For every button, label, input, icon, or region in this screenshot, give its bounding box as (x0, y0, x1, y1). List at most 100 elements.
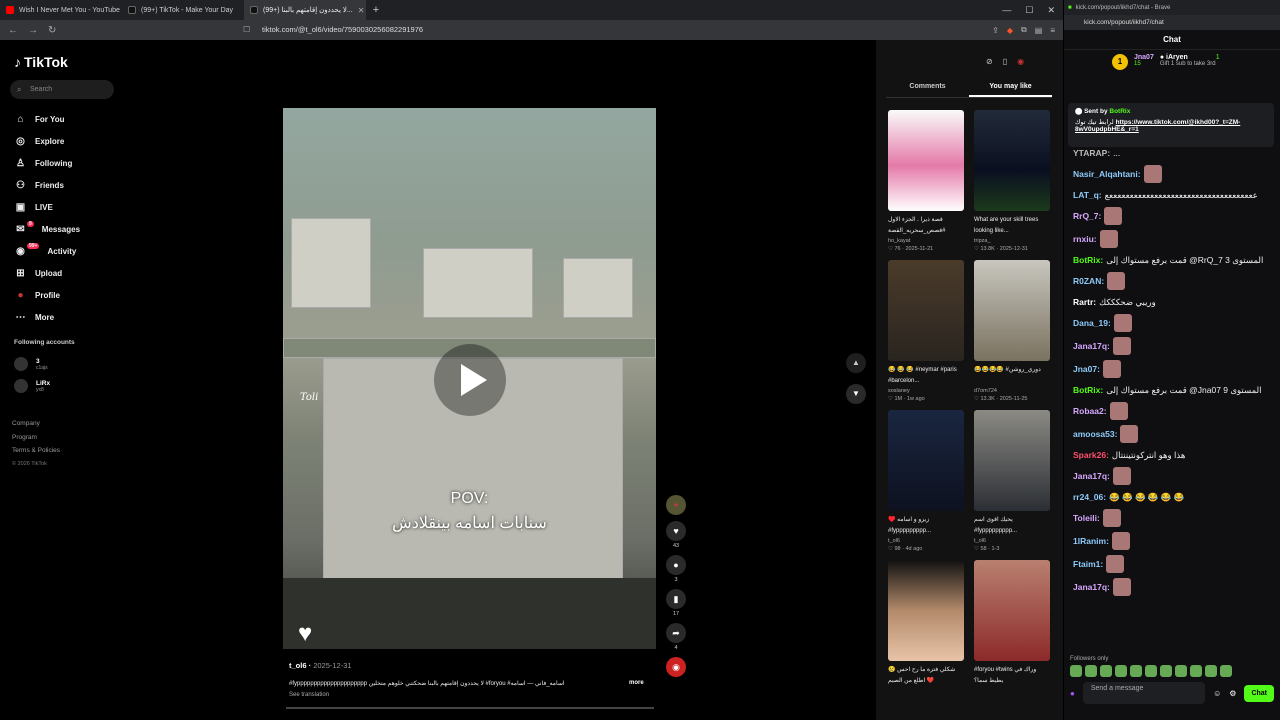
back-icon[interactable]: ← (8, 25, 18, 36)
tiktok-logo[interactable]: ♪ TikTok (14, 54, 68, 70)
video-thumbnail[interactable] (974, 560, 1050, 661)
like-count: 43 (672, 543, 680, 549)
pinned-message[interactable]: ⬤ Sent by BotRix لرابط تيك توك https://w… (1068, 103, 1274, 147)
address-bar[interactable]: tiktok.com/@t_ol6/video/7590030256082291… (262, 20, 423, 40)
recommended-video[interactable]: What are your skill trees looking like..… (974, 110, 1050, 252)
recommended-video[interactable]: #foryou #twins وراك في يطيط سما؟ (974, 560, 1050, 687)
following-account[interactable]: 3 c1ajs (14, 357, 48, 371)
sidebar-item-more[interactable]: ⋯ More (14, 306, 80, 328)
video-user[interactable]: t_ol6 (974, 538, 1050, 544)
video-thumbnail[interactable] (888, 410, 964, 511)
video-author[interactable]: t_ol6 · 2025-12-31 (289, 661, 352, 670)
recommended-video[interactable]: قصة ذيرا . الجزء الاول #قصص_سحريه_القصة h… (888, 110, 964, 252)
recommended-video[interactable]: ♥️ زيزو و اسامه #fyppppppppp... t_ol6 ♡ 98… (888, 410, 964, 552)
footer-company-link[interactable]: Company (12, 417, 60, 431)
footer-terms-link[interactable]: Terms & Policies (12, 444, 60, 458)
tab-tiktok-video[interactable]: (99+) لا يحددون إقامتهم بالبنا... ✕ (244, 0, 366, 20)
minimize-icon[interactable]: — (1002, 5, 1011, 16)
browser-window: Wish I Never Met You - YouTube (99+) Tik… (0, 0, 1063, 720)
bookmark-icon[interactable]: ☐ (243, 20, 250, 40)
sidebar-item-friends[interactable]: ⚇ Friends (14, 174, 80, 196)
like-count: 1M (894, 396, 903, 402)
device-icon[interactable]: ▯ (1003, 57, 1007, 66)
video-thumbnail[interactable] (974, 260, 1050, 361)
reload-icon[interactable]: ↻ (48, 25, 56, 36)
author-avatar[interactable]: + (665, 495, 687, 515)
music-disc[interactable]: ◉ (665, 657, 687, 677)
chat-address-bar[interactable]: kick.com/popout/iikhd7/chat (1064, 15, 1280, 30)
video-user[interactable]: tripza_ (974, 238, 1050, 244)
video-player[interactable]: Toli POV: سنابات اسامه بينقلادش ♥ (283, 108, 656, 649)
record-icon[interactable]: ◉ (1017, 57, 1024, 66)
pinned-text: لرابط تيك توك (1075, 119, 1114, 126)
sidebar-item-activity[interactable]: ◉ 99+ Activity (14, 240, 80, 262)
share-icon[interactable]: ⇪ (992, 26, 999, 35)
video-user[interactable]: d7om724 (974, 388, 1050, 394)
compass-icon[interactable]: ⊘ (986, 57, 993, 66)
more-button[interactable]: more (629, 680, 644, 686)
sidebar-item-live[interactable]: ▣ LIVE (14, 196, 80, 218)
video-thumbnail[interactable] (888, 560, 964, 661)
save-button[interactable]: ▮ 17 (665, 589, 687, 617)
tab-you-may-like[interactable]: You may like (969, 83, 1052, 97)
sidebar-item-upload[interactable]: ⊞ Upload (14, 262, 80, 284)
gold-badge-icon: 1 (1112, 54, 1128, 70)
video-title[interactable]: 😂😂😂😂 #دوري_روشن (974, 365, 1050, 387)
comment-button[interactable]: ● 3 (665, 555, 687, 583)
play-icon[interactable] (434, 344, 506, 416)
video-title[interactable]: يحيك اقوى اسم #fyppppppppp... (974, 515, 1050, 537)
video-title[interactable]: 😂 😂 😂 #neymar #paris #barcelon... (888, 365, 964, 387)
author-name[interactable]: t_ol6 (289, 661, 307, 670)
recommended-video[interactable]: شكلي فترة ما رح احس 😢 ❤️ اطلع من الصيم (888, 560, 964, 687)
pin-icon: ⬤ (1075, 108, 1083, 115)
video-title[interactable]: قصة ذيرا . الجزء الاول #قصص_سحريه_القصة (888, 215, 964, 237)
recommendation-grid: قصة ذيرا . الجزء الاول #قصص_سحريه_القصة h… (888, 110, 1052, 687)
video-thumbnail[interactable] (888, 260, 964, 361)
search-input[interactable]: ⌕ Search (10, 80, 114, 99)
sidebar-item-for-you[interactable]: ⌂ For You (14, 108, 80, 130)
share-button[interactable]: ➦ 4 (665, 623, 687, 651)
sidebar-item-following[interactable]: ♙ Following (14, 152, 80, 174)
video-thumbnail[interactable] (974, 410, 1050, 511)
recommended-video[interactable]: 😂😂😂😂 #دوري_روشن d7om724 ♡ 13.3K · 2025-11-… (974, 260, 1050, 402)
video-title[interactable]: #foryou #twins وراك في يطيط سما؟ (974, 665, 1050, 687)
recommended-video[interactable]: 😂 😂 😂 #neymar #paris #barcelon... soslane… (888, 260, 964, 402)
video-user[interactable]: ho_kayat (888, 238, 964, 244)
leader-name: iAryen (1166, 54, 1188, 61)
video-user[interactable]: t_ol6 (888, 538, 964, 544)
tab-youtube[interactable]: Wish I Never Met You - YouTube (0, 0, 122, 20)
footer-program-link[interactable]: Program (12, 431, 60, 445)
sidebar-item-explore[interactable]: ◎ Explore (14, 130, 80, 152)
video-progress[interactable] (286, 707, 654, 709)
next-video-button[interactable]: ▼ (846, 384, 866, 404)
sidebar-icon[interactable]: ▤ (1035, 26, 1043, 35)
video-title[interactable]: ♥️ زيزو و اسامه #fyppppppppp... (888, 515, 964, 537)
see-translation-link[interactable]: See translation (289, 692, 329, 698)
sidebar-item-label: Explore (35, 136, 65, 146)
tab-tiktok[interactable]: (99+) TikTok - Make Your Day (122, 0, 244, 20)
friends-icon: ⚇ (16, 179, 25, 191)
brave-shield-icon[interactable]: ◆ (1007, 26, 1013, 35)
extensions-icon[interactable]: ⧉ (1021, 25, 1027, 35)
previous-video-button[interactable]: ▲ (846, 353, 866, 373)
video-thumbnail[interactable] (974, 110, 1050, 211)
close-icon[interactable]: ✕ (358, 6, 365, 15)
following-account[interactable]: LiRx yx8 (14, 379, 50, 393)
like-button[interactable]: ♥ 43 (665, 521, 687, 549)
video-title[interactable]: شكلي فترة ما رح احس 😢 ❤️ اطلع من الصيم (888, 665, 964, 687)
video-title[interactable]: What are your skill trees looking like..… (974, 215, 1050, 237)
tab-comments[interactable]: Comments (886, 83, 969, 97)
video-date: 2025-11-25 (999, 396, 1028, 402)
sidebar-item-messages[interactable]: ✉ 9 Messages (14, 218, 80, 240)
video-meta: ♡ 13.8K · 2025-12-31 (974, 246, 1028, 252)
maximize-icon[interactable]: ☐ (1025, 5, 1033, 16)
sidebar-item-profile[interactable]: ● Profile (14, 284, 80, 306)
video-meta: ♡ 98 · 4d ago (888, 546, 923, 552)
close-window-icon[interactable]: ✕ (1047, 5, 1055, 16)
new-tab-button[interactable]: + (366, 4, 386, 16)
menu-icon[interactable]: ≡ (1050, 26, 1055, 35)
video-user[interactable]: soslaney (888, 388, 964, 394)
forward-icon[interactable]: → (28, 25, 38, 36)
video-thumbnail[interactable] (888, 110, 964, 211)
recommended-video[interactable]: يحيك اقوى اسم #fyppppppppp... t_ol6 ♡ 58 ·… (974, 410, 1050, 552)
